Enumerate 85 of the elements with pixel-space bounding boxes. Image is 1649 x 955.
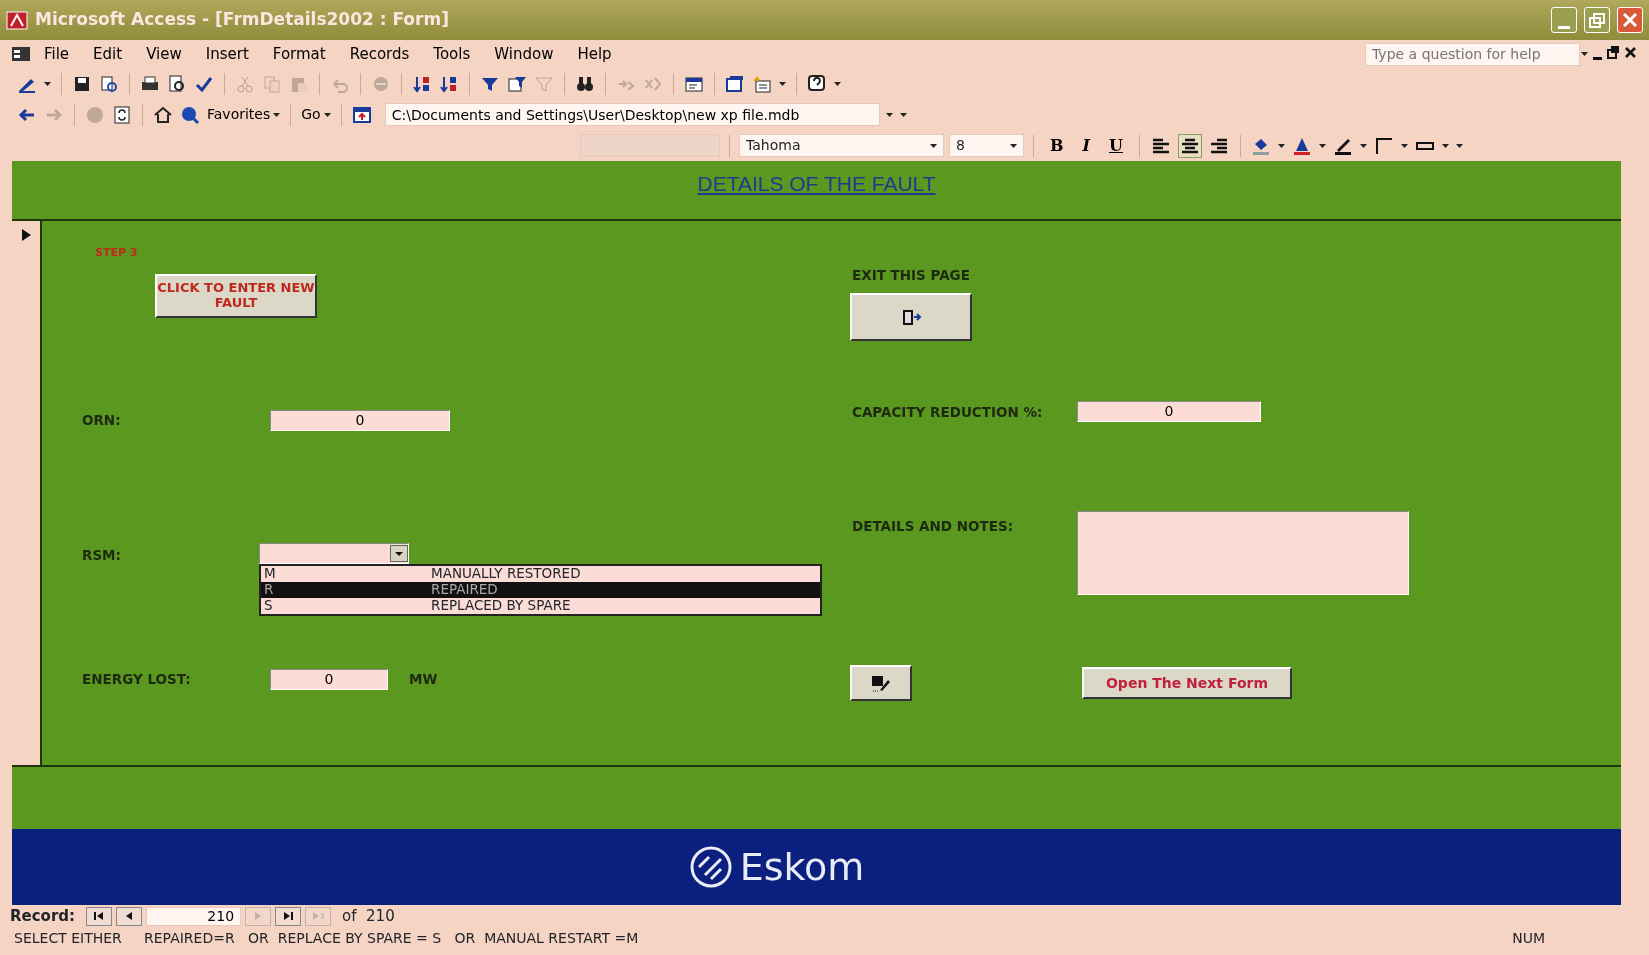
record-number-field[interactable]: 210 — [146, 906, 242, 926]
search-icon[interactable] — [180, 104, 200, 125]
new-fault-button[interactable]: CLICK TO ENTER NEW FAULT — [155, 273, 317, 318]
previous-record-button[interactable] — [116, 906, 143, 926]
close-icon — [1623, 13, 1637, 27]
new-object-icon[interactable] — [752, 73, 772, 94]
field-label: CAPACITY REDUCTION %: — [852, 402, 1044, 422]
form-edit-icon — [870, 673, 892, 694]
dropdown-caret-icon — [930, 143, 937, 148]
refresh-icon[interactable] — [112, 104, 132, 125]
num-lock-indicator: NUM — [1512, 928, 1545, 948]
edit-record-button[interactable] — [850, 665, 912, 702]
open-next-form-button[interactable]: Open The Next Form — [1082, 667, 1292, 700]
dropdown-option[interactable]: S REPLACED BY SPARE — [261, 597, 820, 614]
minimize-icon — [1558, 25, 1570, 29]
home-icon[interactable] — [153, 104, 173, 125]
minimize-button[interactable] — [1551, 7, 1577, 33]
orn-field[interactable]: 0 — [270, 409, 450, 431]
field-label: DETAILS AND NOTES: — [852, 517, 1015, 537]
menu-item[interactable]: Insert — [193, 42, 261, 66]
dropdown-caret-icon — [1010, 143, 1017, 148]
dropdown-caret-icon[interactable] — [1359, 143, 1367, 148]
new-record-icon — [311, 910, 326, 922]
field-label: ENERGY LOST: — [82, 669, 192, 689]
dropdown-caret-icon[interactable] — [1581, 52, 1588, 56]
dropdown-caret-icon[interactable] — [44, 81, 51, 86]
dropdown-caret-icon[interactable] — [1318, 143, 1326, 148]
menu-item[interactable]: Records — [337, 42, 422, 66]
font-name-field[interactable]: Tahoma — [739, 134, 944, 157]
exit-button[interactable] — [850, 293, 972, 342]
record-pointer-icon — [20, 227, 32, 243]
record-label: Record: — [10, 905, 76, 927]
rsm-combo-box[interactable] — [259, 542, 409, 564]
dropdown-option[interactable]: M MANUALLY RESTORED — [261, 565, 820, 582]
capacity-reduction-field[interactable]: 0 — [1077, 401, 1261, 423]
record-count: of 210 — [342, 905, 395, 927]
address-field[interactable]: C:\Documents and Settings\User\Desktop\new xp file.mdb — [384, 103, 880, 126]
last-record-button[interactable] — [275, 906, 302, 926]
file-search-icon[interactable] — [99, 73, 119, 94]
database-window-icon[interactable] — [725, 73, 745, 94]
menu-item[interactable]: File — [32, 42, 82, 66]
menu-item[interactable]: Format — [260, 42, 338, 66]
dropdown-caret-icon — [323, 112, 331, 117]
dropdown-caret-icon[interactable] — [834, 81, 841, 86]
exit-label: EXIT THIS PAGE — [852, 266, 971, 285]
dropdown-caret-icon — [273, 112, 281, 117]
logo-text: Eskom — [739, 843, 865, 891]
menu-item[interactable]: Edit — [81, 42, 135, 66]
menu-item[interactable]: View — [134, 42, 194, 66]
form-title: DETAILS OF THE FAULT — [697, 171, 936, 197]
restore-button[interactable] — [1584, 7, 1610, 33]
dropdown-caret-icon[interactable] — [1400, 143, 1408, 148]
energy-lost-field[interactable]: 0 — [270, 668, 388, 690]
bold-button[interactable]: B — [1043, 132, 1071, 159]
menu-item[interactable]: Window — [482, 42, 566, 66]
web-toolbar-icon[interactable] — [351, 104, 372, 125]
go-menu[interactable]: Go — [300, 103, 332, 126]
field-label: ORN: — [82, 410, 122, 430]
unit-label: MW — [409, 669, 438, 689]
status-message: SELECT EITHER REPAIRED=R OR REPLACE BY SPARE = S OR MANUAL RESTART =M — [14, 928, 639, 948]
italic-button[interactable]: I — [1075, 132, 1097, 159]
restore-icon — [1589, 12, 1605, 28]
border-icon[interactable] — [1373, 135, 1394, 156]
menu-item[interactable]: Help — [565, 42, 624, 66]
access-app-icon — [6, 9, 28, 31]
close-button[interactable] — [1617, 7, 1643, 33]
font-size-field[interactable]: 8 — [949, 134, 1024, 157]
field-label: RSM: — [82, 545, 122, 565]
door-exit-icon — [900, 307, 922, 328]
help-icon[interactable] — [807, 73, 827, 94]
form-icon[interactable] — [10, 44, 32, 64]
eskom-logo-icon — [688, 845, 733, 889]
step-label: STEP 3 — [95, 245, 139, 261]
menu-item[interactable]: Tools — [421, 42, 483, 66]
dropdown-caret-icon[interactable] — [779, 81, 786, 86]
last-record-icon — [281, 910, 296, 922]
help-search-field[interactable]: Type a question for help — [1365, 42, 1580, 66]
dropdown-option[interactable]: R REPAIRED — [261, 581, 820, 598]
window-title: Microsoft Access - [FrmDetails2002 : Form] — [35, 8, 450, 32]
underline-button[interactable]: U — [1102, 132, 1130, 159]
print-preview-icon[interactable] — [167, 73, 187, 94]
details-notes-field[interactable] — [1077, 511, 1409, 596]
first-record-button[interactable] — [86, 906, 113, 926]
favorites-menu[interactable]: Favorites — [206, 103, 282, 126]
dropdown-caret-icon[interactable] — [1277, 143, 1285, 148]
